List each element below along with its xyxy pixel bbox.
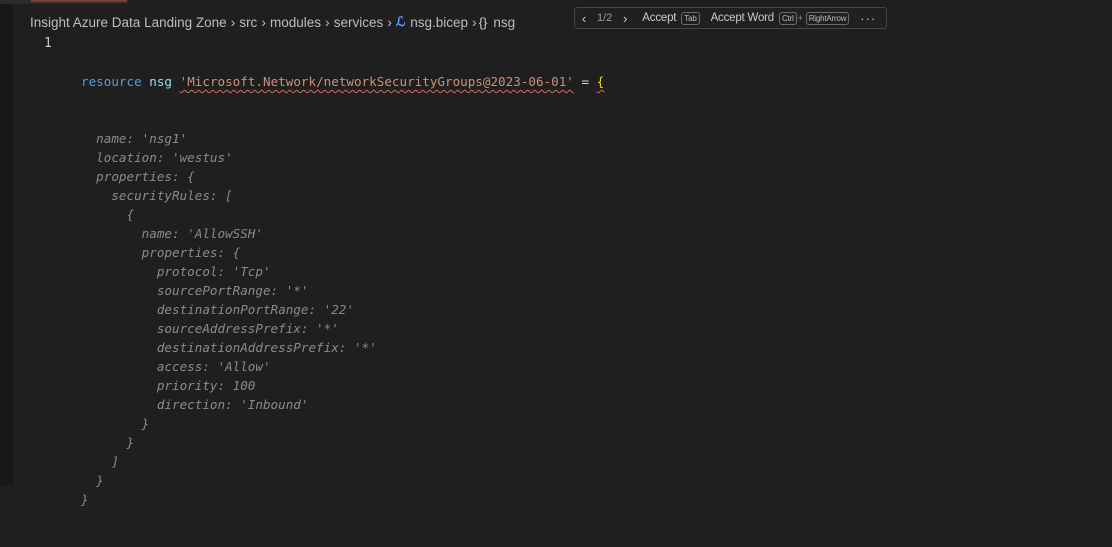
ellipsis-icon[interactable]: ···	[860, 11, 876, 26]
ghost-text-line: priority: 100	[81, 378, 256, 393]
ghost-text-line: }	[81, 492, 89, 507]
ghost-text-line: name: 'AllowSSH'	[81, 226, 263, 241]
open-brace: {	[596, 74, 605, 89]
ghost-text-line: {	[81, 207, 135, 222]
next-suggestion-icon[interactable]: ›	[616, 11, 634, 26]
ghost-text-line: name: 'nsg1'	[81, 131, 188, 146]
ghost-text-line: location: 'westus'	[81, 150, 233, 165]
chevron-right-icon: ›	[325, 14, 330, 30]
ghost-text-line: sourceAddressPrefix: '*'	[81, 321, 339, 336]
ghost-text-line: destinationAddressPrefix: '*'	[81, 340, 377, 355]
ghost-text-line: access: 'Allow'	[81, 359, 271, 374]
accept-word-label: Accept Word	[710, 11, 775, 24]
symbol-name: nsg	[149, 74, 173, 89]
ghost-text-line: }	[81, 435, 135, 450]
activity-gutter	[0, 0, 13, 486]
braces-icon: {}	[478, 14, 488, 30]
accept-word-key-ctrl: Ctrl	[779, 11, 797, 25]
accept-button[interactable]: Accept Tab	[634, 11, 702, 25]
tab-label-remnant	[31, 0, 127, 2]
chevron-right-icon: ›	[472, 14, 477, 30]
ghost-text-line: destinationPortRange: '22'	[81, 302, 354, 317]
ghost-text-line: properties: {	[81, 169, 195, 184]
inline-suggestion-toolbar: ‹ 1/2 › Accept Tab Accept Word Ctrl + Righ…	[574, 7, 887, 29]
suggestion-counter: 1/2	[597, 12, 613, 24]
accept-word-key-rightarrow: RightArrow	[805, 11, 850, 25]
resource-type-string: 'Microsoft.Network/networkSecurityGroups…	[179, 74, 574, 89]
line-number: 1	[44, 36, 52, 51]
code-editor[interactable]: 1 resource nsg 'Microsoft.Network/networ…	[13, 34, 1112, 507]
breadcrumb: Insight Azure Data Landing Zone › src › …	[28, 12, 517, 32]
bicep-file-icon: ℒ	[395, 14, 406, 29]
ghost-text-line: }	[81, 416, 150, 431]
ghost-text-line: direction: 'Inbound'	[81, 397, 309, 412]
breadcrumb-item-file[interactable]: nsg.bicep	[408, 15, 470, 30]
breadcrumb-item-src[interactable]: src	[237, 15, 259, 30]
breadcrumb-item-workspace[interactable]: Insight Azure Data Landing Zone	[28, 15, 229, 30]
breadcrumb-item-symbol[interactable]: nsg	[491, 15, 517, 30]
chevron-right-icon: ›	[387, 14, 392, 30]
breadcrumb-item-modules[interactable]: modules	[268, 15, 323, 30]
ghost-text-suggestion: name: 'nsg1' location: 'westus' properti…	[81, 129, 604, 509]
breadcrumb-item-services[interactable]: services	[332, 15, 386, 30]
accept-keybinding: Tab	[681, 11, 700, 25]
ghost-text-line: ]	[81, 454, 119, 469]
ghost-text-line: sourcePortRange: '*'	[81, 283, 309, 298]
previous-suggestion-icon[interactable]: ‹	[575, 11, 593, 26]
keyword-resource: resource	[81, 74, 142, 89]
editor-tab-strip	[0, 0, 128, 4]
code-line-1: resource nsg 'Microsoft.Network/networkS…	[81, 72, 604, 91]
chevron-right-icon: ›	[261, 14, 266, 30]
ghost-text-line: protocol: 'Tcp'	[81, 264, 271, 279]
accept-word-button[interactable]: Accept Word Ctrl + RightArrow	[703, 11, 853, 25]
keybinding-plus: +	[797, 12, 803, 23]
equals-operator: =	[581, 74, 590, 89]
ghost-text-line: }	[81, 473, 104, 488]
code-content[interactable]: resource nsg 'Microsoft.Network/networkS…	[81, 34, 604, 547]
accept-label: Accept	[642, 11, 677, 24]
ghost-text-line: properties: {	[81, 245, 241, 260]
ghost-text-line: securityRules: [	[81, 188, 233, 203]
chevron-right-icon: ›	[230, 14, 236, 30]
